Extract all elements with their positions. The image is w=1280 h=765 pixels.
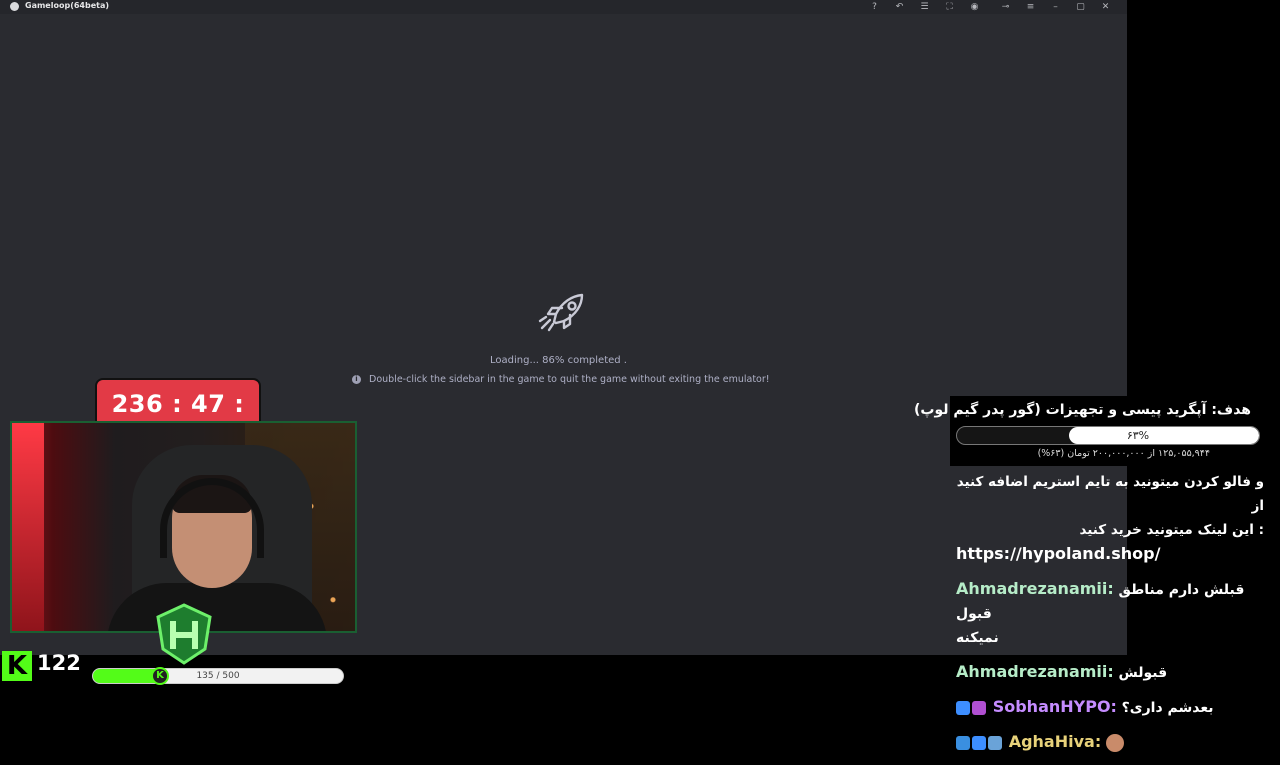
gift-badge-icon: [972, 701, 986, 715]
undo-icon[interactable]: ↶: [890, 0, 909, 14]
viewer-count: 122: [37, 651, 81, 675]
title-bar: Gameloop(64beta) ? ↶ ☰ ⛶ ◉ ⊸ ≡ – ▢ ✕: [0, 0, 1127, 14]
loading-status: Loading... 86% completed .: [490, 355, 627, 366]
goal-title: هدف: آپگرید پیسی و تجهیزات (گور پدر گیم …: [914, 402, 1251, 418]
kick-badge-icon: K: [151, 667, 169, 685]
hamburger-icon[interactable]: ≡: [1021, 0, 1040, 14]
emote-icon: [1105, 734, 1124, 752]
chat-username[interactable]: SobhanHYPO:: [993, 697, 1117, 716]
goal-subtitle: ۱۲۵,۰۵۵,۹۴۴ از ۲۰۰,۰۰۰,۰۰۰ تومان (۶۳%): [1037, 448, 1210, 459]
chat-text-continued: نمیکنه: [956, 630, 999, 646]
chat-username[interactable]: Ahmadrezanamii:: [956, 662, 1114, 681]
sub-badge-icon: [972, 736, 986, 750]
close-icon[interactable]: ✕: [1096, 0, 1115, 14]
chat-overlay: و فالو کردن میتونید به تایم استریم اضافه…: [956, 470, 1274, 765]
gift-badge-icon: [988, 736, 1002, 750]
menu-list-icon[interactable]: ☰: [915, 0, 934, 14]
chat-text: قبولش: [1118, 665, 1168, 681]
gamepad-icon[interactable]: ◉: [965, 0, 984, 14]
sub-progress-text: 135 / 500: [196, 671, 240, 681]
chat-message: Ahmadrezanamii: قبلش دارم مناطق قبول نمی…: [956, 577, 1274, 650]
goal-percent: ۶۳%: [1126, 429, 1150, 442]
chat-message: AghaHiva:: [956, 730, 1274, 755]
webcam-feed: [10, 421, 357, 633]
info-icon: i: [352, 375, 361, 384]
shop-link[interactable]: https://hypoland.shop/: [956, 544, 1160, 563]
chat-announcement: و فالو کردن میتونید به تایم استریم اضافه…: [956, 474, 1264, 563]
gameloop-logo-icon: [10, 2, 19, 11]
window-controls: ? ↶ ☰ ⛶ ◉ ⊸ ≡ – ▢ ✕: [865, 0, 1115, 14]
goal-progress-bar: ۶۳%: [956, 426, 1260, 445]
pin-icon[interactable]: ⊸: [996, 0, 1015, 14]
chat-text: بعدشم داری؟: [1121, 700, 1214, 716]
sub-progress-bar: 135 / 500: [92, 668, 344, 684]
hint-row: i Double-click the sidebar in the game t…: [352, 374, 770, 385]
streamer-body: [107, 583, 327, 631]
fullscreen-icon[interactable]: ⛶: [940, 0, 959, 14]
sub-badge-icon: [956, 701, 970, 715]
chat-message: SobhanHYPO: بعدشم داری؟: [956, 695, 1274, 720]
maximize-icon[interactable]: ▢: [1071, 0, 1090, 14]
chat-message: Ahmadrezanamii: قبولش: [956, 660, 1274, 685]
chat-username[interactable]: AghaHiva:: [1009, 732, 1102, 751]
help-icon[interactable]: ?: [865, 0, 884, 14]
window-title: Gameloop(64beta): [25, 1, 110, 10]
chat-username[interactable]: Ahmadrezanamii:: [956, 579, 1114, 598]
sword-badge-icon: [956, 736, 970, 750]
kick-logo-icon: K: [2, 651, 32, 681]
donation-goal: هدف: آپگرید پیسی و تجهیزات (گور پدر گیم …: [914, 396, 1270, 466]
rocket-icon: [538, 293, 584, 332]
hint-text: Double-click the sidebar in the game to …: [369, 374, 770, 385]
subathon-timer: 236 : 47 : 08: [95, 378, 261, 466]
minimize-icon[interactable]: –: [1046, 0, 1065, 14]
hypo-logo-icon: [156, 603, 212, 665]
